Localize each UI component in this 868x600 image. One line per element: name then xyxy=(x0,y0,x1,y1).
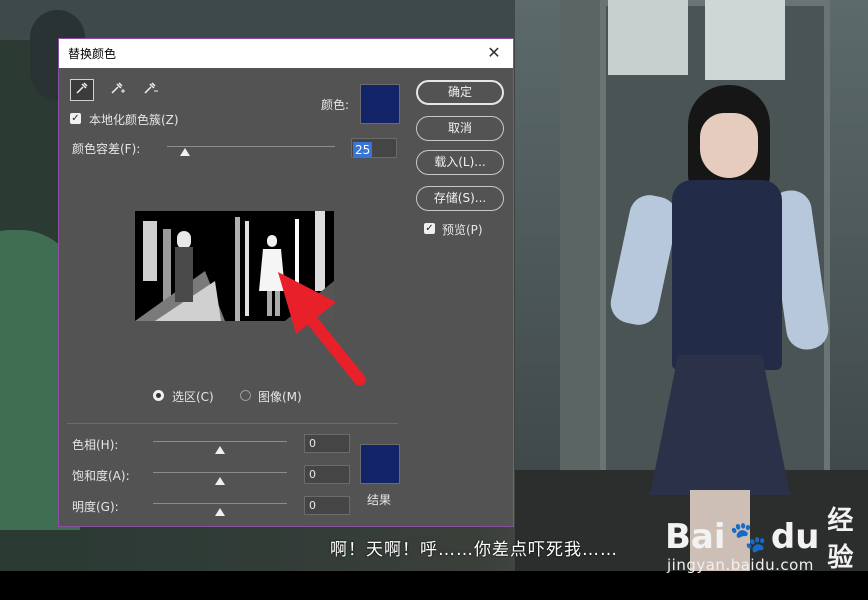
annotation-arrow xyxy=(278,272,366,386)
annotation-arrow-head xyxy=(278,272,336,334)
